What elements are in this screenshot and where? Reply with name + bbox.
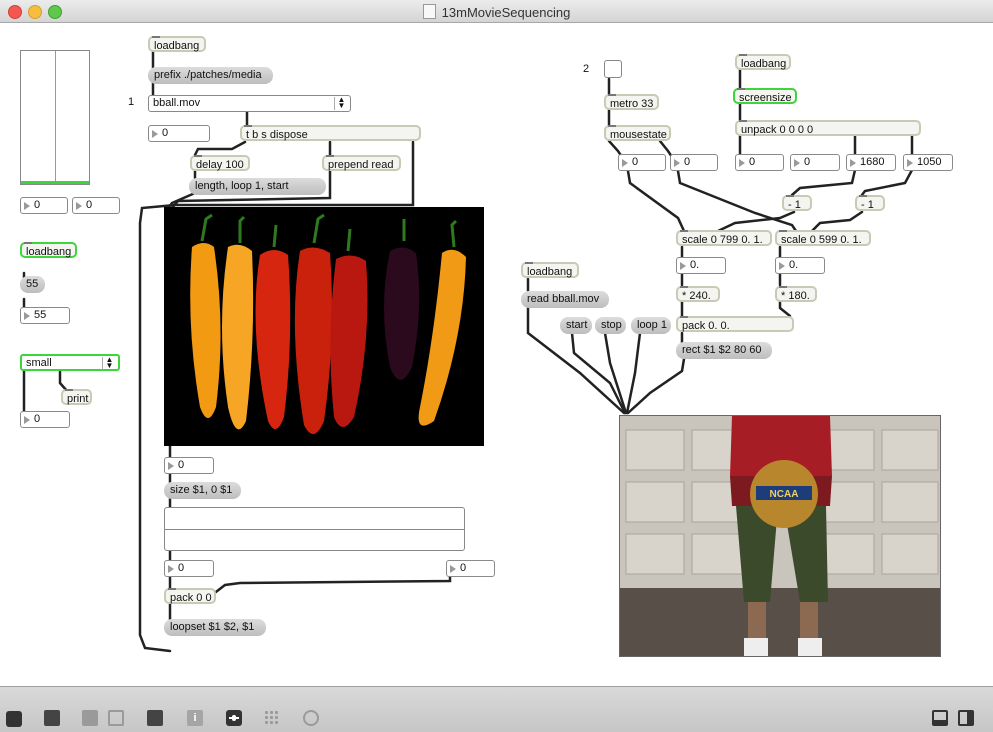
delay-object[interactable]: delay 100: [190, 155, 250, 171]
snapshot-icon[interactable]: [303, 710, 319, 726]
print-object[interactable]: print: [61, 389, 92, 405]
float-box-y[interactable]: 0.: [775, 257, 825, 274]
multiply-object-x[interactable]: * 240.: [676, 286, 720, 302]
number-box-loop-start[interactable]: 0: [164, 560, 214, 577]
updown-arrows-icon: ▲ ▼: [334, 96, 348, 110]
multislider-divider: [55, 51, 56, 184]
number-box-a[interactable]: 0: [20, 197, 68, 214]
split-view-icon[interactable]: [932, 710, 948, 726]
number-box-c[interactable]: 0: [20, 411, 70, 428]
number-box-unpack-2[interactable]: 0: [790, 154, 840, 171]
stop-message[interactable]: stop: [595, 317, 626, 334]
patcher-canvas[interactable]: 0 0 loadbang 55 55 small ▲ ▼ print 0 load…: [0, 23, 993, 686]
message-55[interactable]: 55: [20, 276, 45, 293]
float-box-x[interactable]: 0.: [676, 257, 726, 274]
presentation-icon[interactable]: [44, 710, 60, 726]
loopset-message[interactable]: loopset $1 $2, $1: [164, 619, 266, 636]
minus-object-b[interactable]: - 1: [855, 195, 885, 211]
movie-display-basketball[interactable]: NCAA: [619, 415, 941, 657]
metro-object[interactable]: metro 33: [604, 94, 659, 110]
trigger-object[interactable]: t b s dispose: [240, 125, 421, 141]
multislider-bar: [21, 181, 89, 184]
number-box-size[interactable]: 0: [164, 457, 214, 474]
number-box-unpack-3[interactable]: 1680: [846, 154, 896, 171]
umenu-size-value: small: [26, 357, 52, 369]
window-title-text: 13mMovieSequencing: [441, 5, 571, 20]
range-slider-track: [165, 529, 464, 530]
movie-display-peppers[interactable]: [164, 207, 484, 446]
svg-text:NCAA: NCAA: [770, 489, 799, 500]
number-box-loop-end[interactable]: 0: [446, 560, 495, 577]
read-message[interactable]: read bball.mov: [521, 291, 609, 308]
number-box-unpack-4[interactable]: 1050: [903, 154, 953, 171]
sidebar-icon[interactable]: [958, 710, 974, 726]
close-box-icon[interactable]: [108, 710, 124, 726]
range-slider[interactable]: [164, 507, 465, 551]
umenu-movie[interactable]: bball.mov ▲ ▼: [148, 95, 351, 112]
info-icon[interactable]: i: [187, 710, 203, 726]
number-box-mouse-y[interactable]: 0: [670, 154, 718, 171]
start-message[interactable]: start: [560, 317, 592, 334]
loadbang-object-bottom[interactable]: loadbang: [521, 262, 579, 278]
clipboard-icon[interactable]: [82, 710, 98, 726]
number-box-unpack-1[interactable]: 0: [735, 154, 784, 171]
document-icon: [422, 4, 436, 19]
umenu-size[interactable]: small ▲ ▼: [20, 354, 120, 371]
scale-object-y[interactable]: scale 0 599 0. 1.: [775, 230, 871, 246]
minus-object-a[interactable]: - 1: [782, 195, 812, 211]
basketball-image: NCAA: [620, 416, 940, 656]
peppers-image: [164, 207, 484, 446]
number-box-mouse-x[interactable]: 0: [618, 154, 666, 171]
number-box-b[interactable]: 0: [72, 197, 120, 214]
updown-arrows-icon: ▲ ▼: [102, 356, 116, 370]
comment-2: 2: [583, 63, 590, 75]
window-title: 13mMovieSequencing: [0, 4, 993, 20]
connect-icon[interactable]: [226, 710, 242, 726]
scale-object-x[interactable]: scale 0 799 0. 1.: [676, 230, 772, 246]
lock-icon[interactable]: [6, 711, 22, 727]
grid-icon[interactable]: [264, 710, 280, 726]
unpack-object[interactable]: unpack 0 0 0 0: [735, 120, 921, 136]
patcher-toolbar: i: [0, 686, 993, 732]
toggle[interactable]: [604, 60, 622, 78]
prepend-object[interactable]: prepend read: [322, 155, 401, 171]
length-message[interactable]: length, loop 1, start: [189, 178, 326, 195]
multislider[interactable]: [20, 50, 90, 185]
loadbang-object-right[interactable]: loadbang: [735, 54, 791, 70]
umenu-movie-value: bball.mov: [153, 97, 201, 109]
loadbang-object-top[interactable]: loadbang: [148, 36, 206, 52]
pack-float-object[interactable]: pack 0. 0.: [676, 316, 794, 332]
loop-message[interactable]: loop 1: [631, 317, 671, 334]
rect-message[interactable]: rect $1 $2 80 60: [676, 342, 772, 359]
prefix-message[interactable]: prefix ./patches/media: [148, 67, 273, 84]
loadbang-object-left[interactable]: loadbang: [20, 242, 77, 258]
multiply-object-y[interactable]: * 180.: [775, 286, 817, 302]
number-box-menu[interactable]: 0: [148, 125, 210, 142]
inspector-icon[interactable]: [147, 710, 163, 726]
number-box-55[interactable]: 55: [20, 307, 70, 324]
comment-1: 1: [128, 96, 135, 108]
screensize-object[interactable]: screensize: [733, 88, 797, 104]
size-message[interactable]: size $1, 0 $1: [164, 482, 241, 499]
pack-object[interactable]: pack 0 0: [164, 588, 216, 604]
mousestate-object[interactable]: mousestate: [604, 125, 671, 141]
window-titlebar: 13mMovieSequencing: [0, 0, 993, 23]
